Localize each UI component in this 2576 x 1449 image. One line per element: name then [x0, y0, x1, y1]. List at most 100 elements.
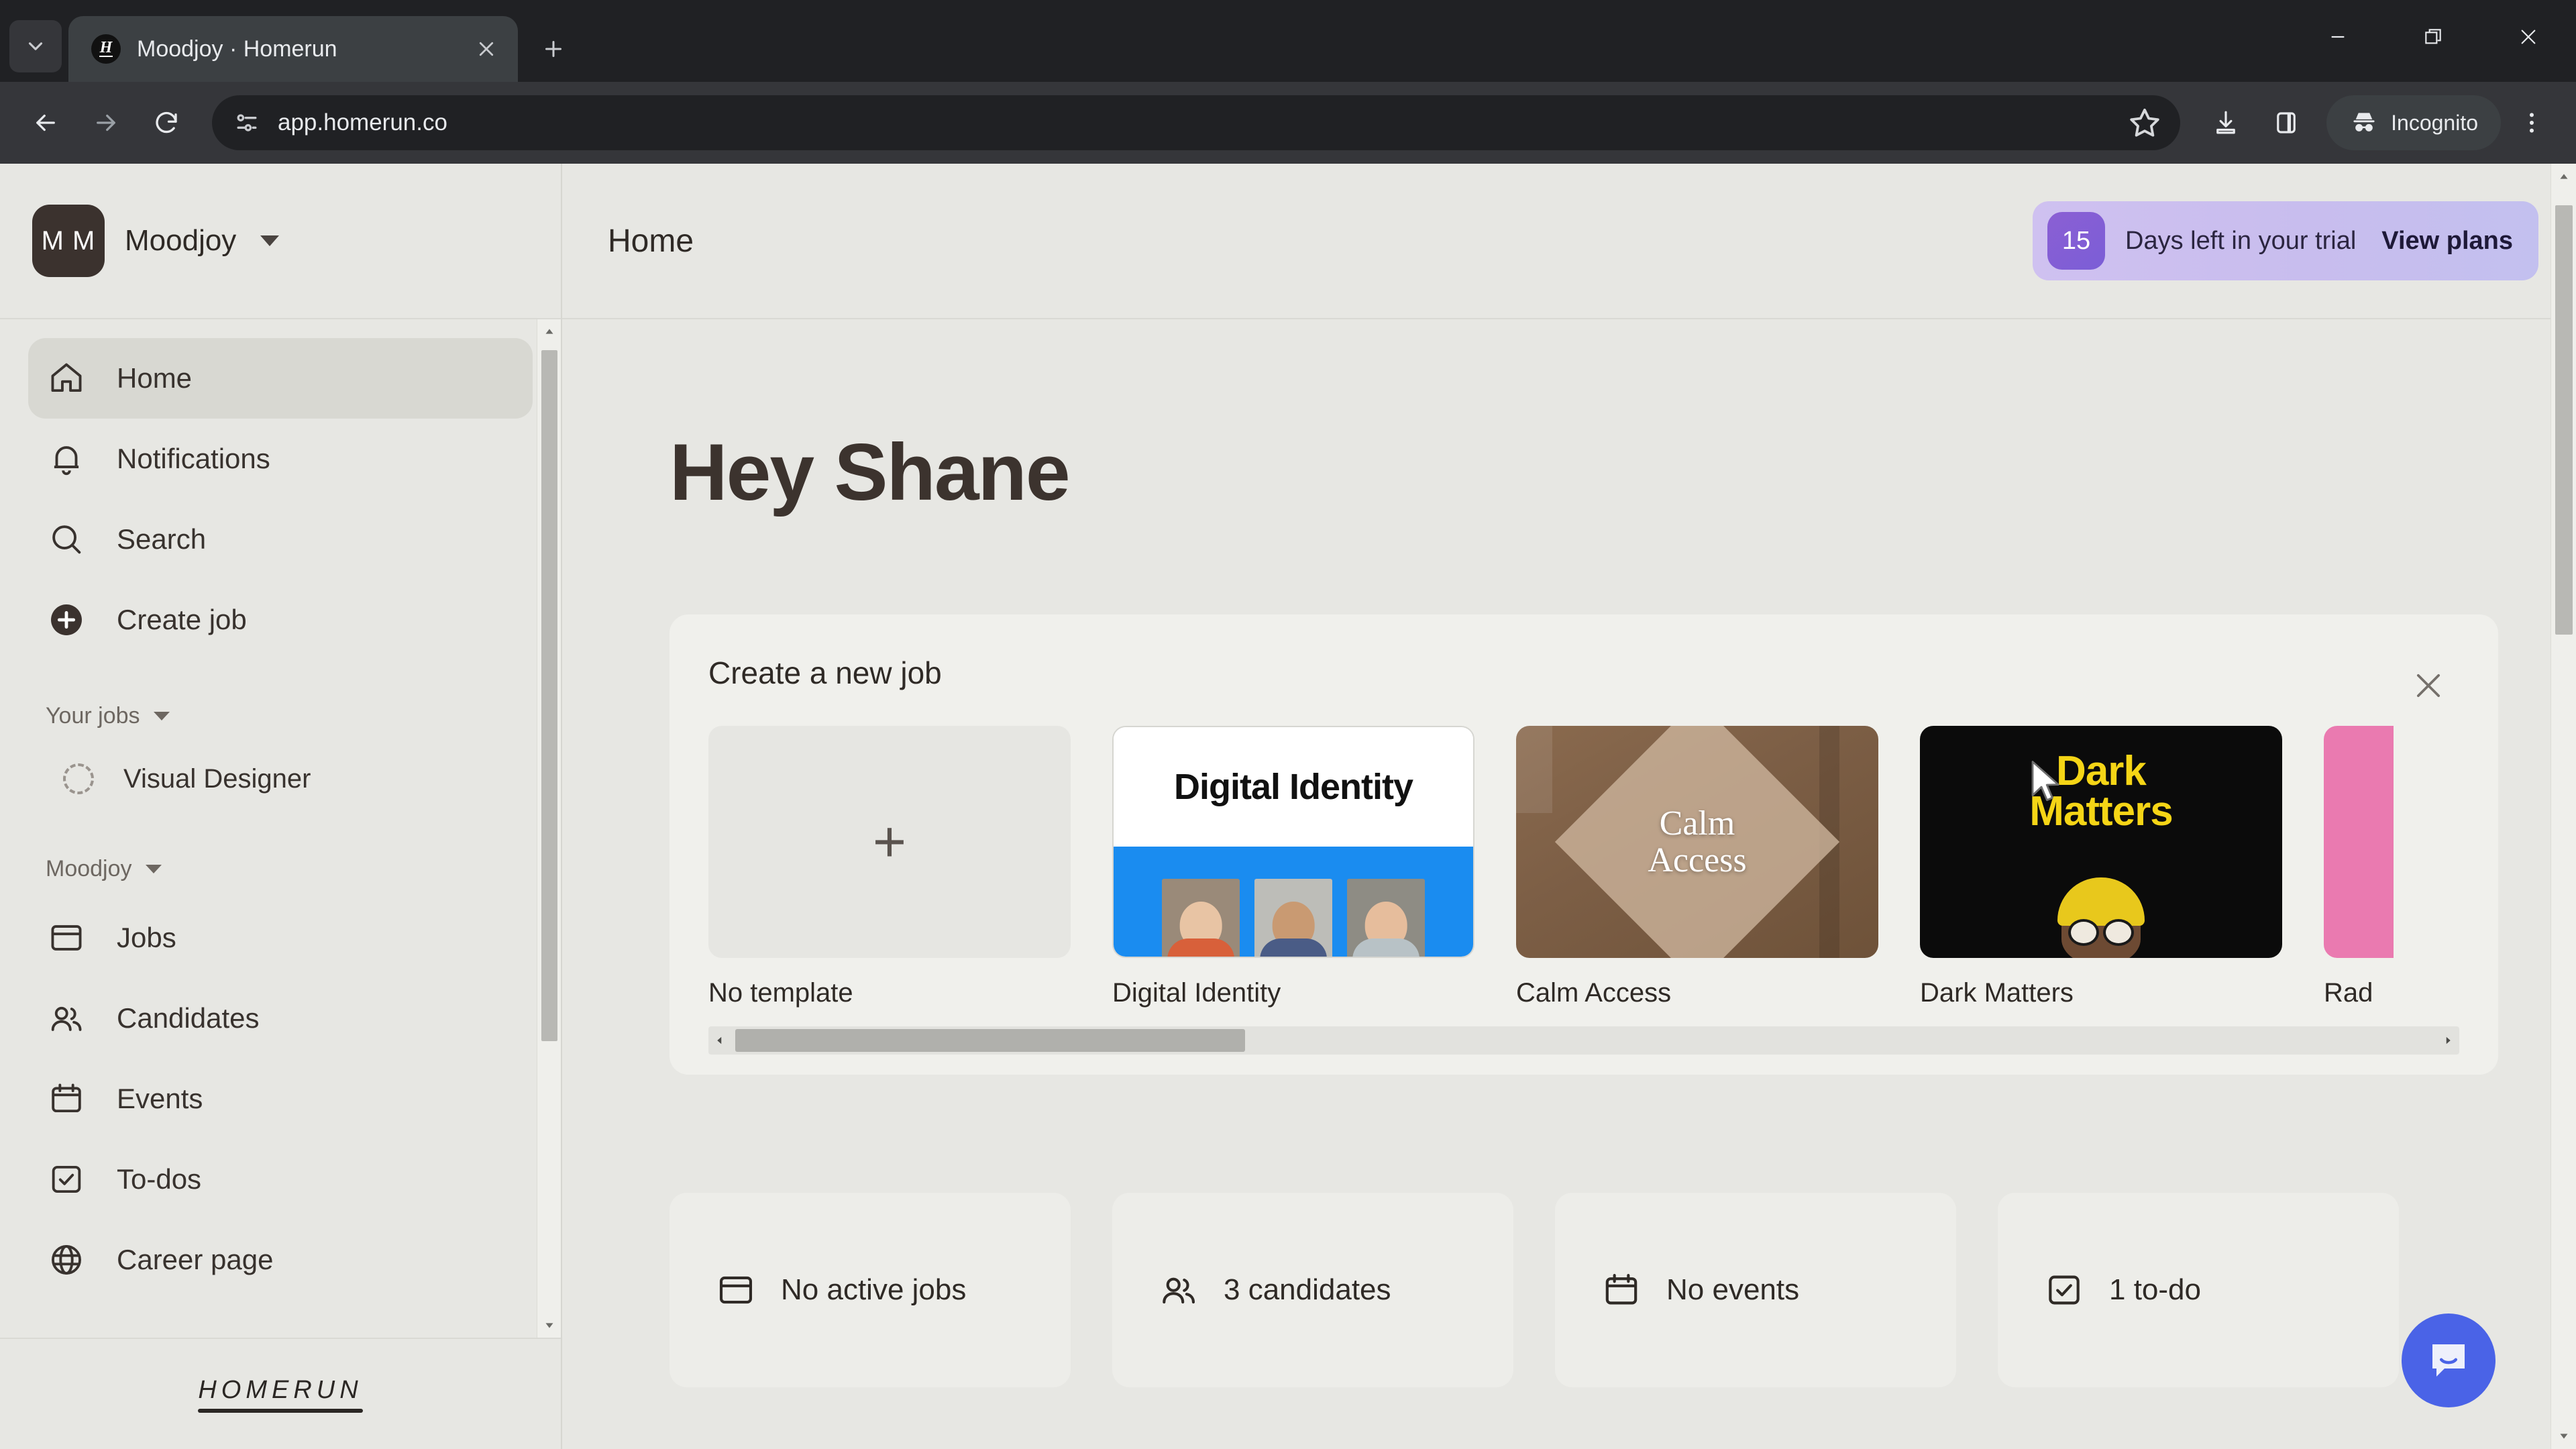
- scroll-right-arrow-icon[interactable]: [2436, 1034, 2459, 1046]
- sidebar-workspace-nav: Jobs Candidates Events To-dos Career pag…: [0, 898, 561, 1300]
- downloads-button[interactable]: [2198, 95, 2254, 151]
- template-carousel-scrollbar[interactable]: [708, 1026, 2459, 1055]
- create-new-job-card: Create a new job + No template Digital I…: [669, 614, 2498, 1075]
- stat-card-todos[interactable]: 1 to-do: [1998, 1193, 2399, 1387]
- template-thumb-title: Calm Access: [1516, 726, 1878, 958]
- stat-label: 1 to-do: [2109, 1273, 2201, 1306]
- template-label: Dark Matters: [1920, 978, 2074, 1008]
- template-thumb: [2324, 726, 2394, 958]
- sidebar-scrollbar-thumb[interactable]: [541, 350, 557, 1041]
- people-icon: [46, 998, 87, 1039]
- scrollbar-thumb[interactable]: [735, 1029, 1245, 1052]
- sidebar-item-label: Home: [117, 362, 193, 394]
- calendar-icon: [1599, 1268, 1644, 1312]
- scroll-up-arrow-icon[interactable]: [2551, 164, 2576, 189]
- scroll-up-arrow-icon[interactable]: [537, 319, 561, 343]
- main-area: Home 15 Days left in your trial View pla…: [562, 164, 2576, 1449]
- minimize-button[interactable]: [2290, 0, 2385, 74]
- sidebar-item-label: Events: [117, 1083, 203, 1114]
- site-settings-icon[interactable]: [232, 108, 262, 138]
- digital-identity-photo-band: [1114, 847, 1473, 957]
- bookmark-button[interactable]: [2127, 105, 2163, 141]
- sidebar-group-moodjoy[interactable]: Moodjoy: [0, 840, 561, 898]
- close-card-button[interactable]: [2410, 667, 2447, 704]
- stat-card-events[interactable]: No events: [1555, 1193, 1956, 1387]
- page-scrollbar[interactable]: [2551, 164, 2576, 1449]
- template-card-radiant[interactable]: Rad: [2324, 726, 2394, 1008]
- browser-tab[interactable]: H Moodjoy · Homerun: [68, 16, 518, 82]
- close-icon: [479, 42, 494, 56]
- tab-search-button[interactable]: [9, 20, 62, 72]
- template-card-digital-identity[interactable]: Digital Identity Digital Identity: [1112, 726, 1474, 1008]
- workspace-switcher[interactable]: M M Moodjoy: [0, 164, 561, 319]
- maximize-button[interactable]: [2385, 0, 2481, 74]
- side-panel-button[interactable]: [2258, 95, 2314, 151]
- template-thumb: +: [708, 726, 1071, 958]
- new-tab-button[interactable]: [529, 24, 578, 74]
- template-thumb: Dark Matters: [1920, 726, 2282, 958]
- sidebar-item-jobs[interactable]: Jobs: [28, 898, 533, 978]
- group-label: Moodjoy: [46, 855, 132, 881]
- template-card-dark-matters[interactable]: Dark Matters Dark Matters: [1920, 726, 2282, 1008]
- scrollbar-track[interactable]: [731, 1026, 2436, 1055]
- tab-close-button[interactable]: [470, 32, 503, 66]
- sidebar-group-your-jobs[interactable]: Your jobs: [0, 687, 561, 745]
- scroll-down-arrow-icon[interactable]: [537, 1313, 561, 1338]
- sidebar-footer: HOMERUN: [0, 1338, 561, 1449]
- sidebar-item-notifications[interactable]: Notifications: [28, 419, 533, 499]
- template-label: Digital Identity: [1112, 978, 1281, 1008]
- jobs-icon: [714, 1268, 758, 1312]
- back-button[interactable]: [17, 95, 74, 151]
- plus-circle-icon: [46, 599, 87, 641]
- sidebar-item-candidates[interactable]: Candidates: [28, 978, 533, 1059]
- stat-card-candidates[interactable]: 3 candidates: [1112, 1193, 1513, 1387]
- template-card-calm-access[interactable]: Calm Access Calm Access: [1516, 726, 1878, 1008]
- trial-banner[interactable]: 15 Days left in your trial View plans: [2033, 201, 2538, 280]
- address-bar[interactable]: app.homerun.co: [212, 95, 2181, 150]
- sidebar-item-career-page[interactable]: Career page: [28, 1220, 533, 1300]
- template-card-no-template[interactable]: + No template: [708, 726, 1071, 1008]
- sidebar-scrollbar[interactable]: [537, 319, 561, 1338]
- avatar: [1347, 879, 1425, 957]
- window-close-button[interactable]: [2481, 0, 2576, 74]
- sidebar-item-home[interactable]: Home: [28, 338, 533, 419]
- stat-label: No active jobs: [781, 1273, 967, 1306]
- incognito-indicator[interactable]: Incognito: [2326, 95, 2501, 150]
- incognito-label: Incognito: [2391, 110, 2478, 135]
- scroll-down-arrow-icon[interactable]: [2551, 1424, 2576, 1449]
- people-icon: [1157, 1268, 1201, 1312]
- sidebar-item-label: Visual Designer: [123, 763, 311, 794]
- three-dots-vertical-icon: [2530, 113, 2534, 133]
- home-icon: [46, 358, 87, 399]
- stat-label: 3 candidates: [1224, 1273, 1391, 1306]
- homerun-logo-text: HOMERUN: [198, 1375, 363, 1404]
- tab-title: Moodjoy · Homerun: [137, 36, 337, 62]
- page-scrollbar-thumb[interactable]: [2555, 205, 2573, 635]
- intercom-chat-button[interactable]: [2402, 1313, 2496, 1407]
- digital-identity-title-band: Digital Identity: [1114, 727, 1473, 847]
- sidebar-item-search[interactable]: Search: [28, 499, 533, 580]
- stat-label: No events: [1666, 1273, 1800, 1306]
- sidebar-item-visual-designer[interactable]: Visual Designer: [0, 745, 561, 813]
- close-icon: [2521, 30, 2536, 44]
- stat-card-active-jobs[interactable]: No active jobs: [669, 1193, 1071, 1387]
- stats-row: No active jobs 3 candidates No events 1 …: [562, 1075, 2538, 1387]
- download-icon: [2216, 111, 2235, 134]
- scroll-left-arrow-icon[interactable]: [708, 1034, 731, 1046]
- template-label: No template: [708, 978, 853, 1008]
- view-plans-link[interactable]: View plans: [2381, 227, 2513, 256]
- sidebar-item-todos[interactable]: To-dos: [28, 1139, 533, 1220]
- globe-icon: [46, 1239, 87, 1281]
- reload-button[interactable]: [138, 95, 195, 151]
- back-arrow-icon: [36, 114, 55, 131]
- workspace-name: Moodjoy: [125, 224, 237, 257]
- forward-button[interactable]: [78, 95, 134, 151]
- sidebar-item-events[interactable]: Events: [28, 1059, 533, 1139]
- sidebar-item-label: Jobs: [117, 922, 176, 953]
- template-carousel[interactable]: + No template Digital Identity Digital I…: [669, 691, 2498, 1008]
- tab-strip: H Moodjoy · Homerun: [0, 0, 2576, 82]
- template-label: Rad: [2324, 978, 2373, 1008]
- checkbox-icon: [2042, 1268, 2086, 1312]
- browser-menu-button[interactable]: [2505, 95, 2559, 151]
- sidebar-item-create-job[interactable]: Create job: [28, 580, 533, 660]
